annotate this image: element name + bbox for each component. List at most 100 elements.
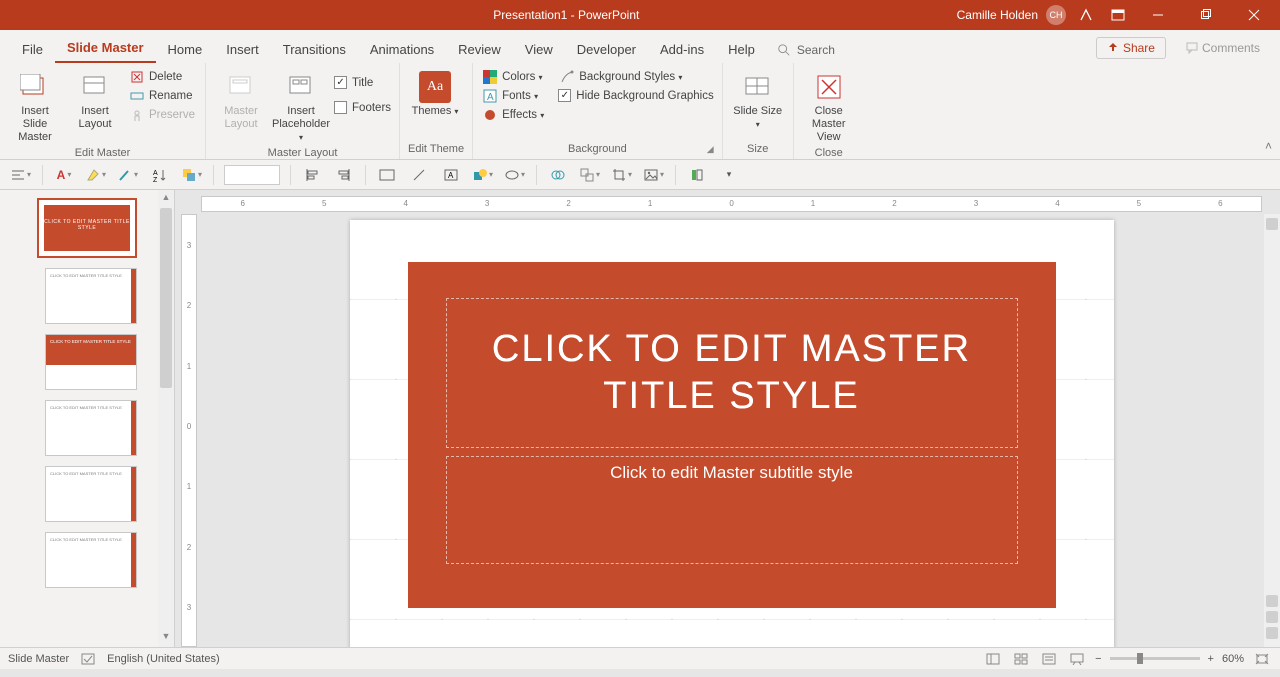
selection-pane-button[interactable] xyxy=(686,164,708,186)
align-objects-right-button[interactable] xyxy=(333,164,355,186)
group-button[interactable] xyxy=(579,164,601,186)
insert-oval-button[interactable] xyxy=(504,164,526,186)
minimize-button[interactable] xyxy=(1138,0,1178,30)
tab-insert[interactable]: Insert xyxy=(214,34,271,63)
scroll-down-icon[interactable]: ▼ xyxy=(160,631,172,645)
fit-to-window-button[interactable] xyxy=(1252,651,1272,667)
background-dialog-launcher[interactable]: ◢ xyxy=(707,144,719,156)
slide-canvas[interactable]: CLICK TO EDIT MASTER TITLE STYLE Click t… xyxy=(201,214,1262,647)
thumbnail-pane[interactable]: CLICK TO EDIT MASTER TITLE STYLE CLICK T… xyxy=(0,190,175,647)
fonts-button[interactable]: A Fonts ▾ xyxy=(481,88,546,104)
zoom-out-button[interactable]: − xyxy=(1095,653,1101,665)
thumb-layout-1[interactable]: CLICK TO EDIT MASTER TITLE STYLE xyxy=(45,268,137,324)
tab-help[interactable]: Help xyxy=(716,34,767,63)
insert-layout-button[interactable]: Insert Layout xyxy=(68,69,122,131)
collapse-ribbon-button[interactable]: ˄ xyxy=(1265,139,1272,153)
touch-mode-icon[interactable] xyxy=(1074,3,1098,27)
themes-button[interactable]: Aa Themes ▾ xyxy=(408,69,462,118)
delete-button[interactable]: Delete xyxy=(128,69,197,85)
ribbon-display-icon[interactable] xyxy=(1106,3,1130,27)
effects-button[interactable]: Effects ▾ xyxy=(481,107,546,123)
align-para-button[interactable] xyxy=(10,164,32,186)
thumb-layout-4[interactable]: CLICK TO EDIT MASTER TITLE STYLE xyxy=(45,466,137,522)
footers-checkbox[interactable]: Footers xyxy=(334,100,391,115)
text-effects-button[interactable] xyxy=(117,164,139,186)
subtitle-placeholder[interactable]: Click to edit Master subtitle style xyxy=(446,456,1018,564)
font-color-button[interactable]: A xyxy=(53,164,75,186)
sort-button[interactable]: AZ xyxy=(149,164,171,186)
insert-textbox-button[interactable]: A xyxy=(440,164,462,186)
scroll-down-icon[interactable] xyxy=(1266,595,1278,607)
crop-button[interactable] xyxy=(611,164,633,186)
user-name[interactable]: Camille Holden xyxy=(957,8,1038,22)
insert-line-button[interactable] xyxy=(408,164,430,186)
preserve-button[interactable]: Preserve xyxy=(128,107,197,123)
close-window-button[interactable] xyxy=(1234,0,1274,30)
tab-file[interactable]: File xyxy=(10,34,55,63)
insert-rectangle-button[interactable] xyxy=(376,164,398,186)
thumb-scrollbar[interactable]: ▲ ▼ xyxy=(158,190,174,647)
scroll-thumb[interactable] xyxy=(160,208,172,388)
thumb-slide-master[interactable]: CLICK TO EDIT MASTER TITLE STYLE xyxy=(37,198,137,258)
hide-bg-checkbox[interactable]: ✓ Hide Background Graphics xyxy=(558,88,713,103)
prev-slide-icon[interactable] xyxy=(1266,611,1278,623)
rename-button[interactable]: Rename xyxy=(128,88,197,104)
insert-slide-master-button[interactable]: Insert Slide Master xyxy=(8,69,62,145)
zoom-slider-knob[interactable] xyxy=(1137,653,1143,664)
background-styles-button[interactable]: Background Styles ▾ xyxy=(558,69,713,85)
thumb-layout-2[interactable]: CLICK TO EDIT MASTER TITLE STYLE xyxy=(45,334,137,390)
ruler-tick: 4 xyxy=(403,199,407,208)
spellcheck-icon[interactable] xyxy=(81,653,95,665)
zoom-in-button[interactable]: + xyxy=(1208,653,1214,665)
tab-developer[interactable]: Developer xyxy=(565,34,648,63)
tab-slide-master[interactable]: Slide Master xyxy=(55,32,156,63)
search-box[interactable]: Search xyxy=(767,37,845,63)
zoom-slider[interactable] xyxy=(1110,657,1200,660)
tab-animations[interactable]: Animations xyxy=(358,34,446,63)
tab-review[interactable]: Review xyxy=(446,34,513,63)
colors-icon xyxy=(483,70,497,84)
user-avatar[interactable]: CH xyxy=(1046,5,1066,25)
ruler-tick: 3 xyxy=(974,199,978,208)
align-objects-left-button[interactable] xyxy=(301,164,323,186)
scroll-up-icon[interactable]: ▲ xyxy=(160,192,172,206)
slide-size-button[interactable]: Slide Size ▾ xyxy=(731,69,785,131)
slide-master-preview[interactable]: CLICK TO EDIT MASTER TITLE STYLE Click t… xyxy=(350,220,1114,647)
thumb-master-caption: CLICK TO EDIT MASTER TITLE STYLE xyxy=(44,205,130,231)
title-checkbox[interactable]: ✓ Title xyxy=(334,75,391,90)
sorter-view-button[interactable] xyxy=(1011,651,1031,667)
zoom-level[interactable]: 60% xyxy=(1222,653,1244,665)
arrange-button[interactable] xyxy=(181,164,203,186)
picture-button[interactable] xyxy=(643,164,665,186)
share-button[interactable]: Share xyxy=(1096,37,1166,59)
scroll-up-icon[interactable] xyxy=(1266,218,1278,230)
status-language[interactable]: English (United States) xyxy=(107,653,220,665)
tab-view[interactable]: View xyxy=(513,34,565,63)
insert-slide-master-label: Insert Slide Master xyxy=(8,105,62,145)
title-placeholder[interactable]: CLICK TO EDIT MASTER TITLE STYLE xyxy=(446,298,1018,448)
delete-label: Delete xyxy=(149,71,182,83)
more-commands-button[interactable]: ▾ xyxy=(718,164,740,186)
merge-shapes-button[interactable] xyxy=(547,164,569,186)
close-master-view-button[interactable]: Close Master View xyxy=(802,69,856,145)
insert-placeholder-button[interactable]: Insert Placeholder ▾ xyxy=(274,69,328,145)
thumb-layout-5[interactable]: CLICK TO EDIT MASTER TITLE STYLE xyxy=(45,532,137,588)
subtitle-placeholder-text: Click to edit Master subtitle style xyxy=(610,463,853,482)
reading-view-button[interactable] xyxy=(1039,651,1059,667)
insert-shape-button[interactable] xyxy=(472,164,494,186)
status-mode[interactable]: Slide Master xyxy=(8,653,69,665)
tab-transitions[interactable]: Transitions xyxy=(271,34,358,63)
ruler-tick: 6 xyxy=(241,199,245,208)
thumb-layout-3[interactable]: CLICK TO EDIT MASTER TITLE STYLE xyxy=(45,400,137,456)
slideshow-view-button[interactable] xyxy=(1067,651,1087,667)
normal-view-button[interactable] xyxy=(983,651,1003,667)
shape-style-gallery[interactable] xyxy=(224,165,280,185)
comments-button[interactable]: Comments xyxy=(1176,38,1270,58)
colors-button[interactable]: Colors ▾ xyxy=(481,69,546,85)
tab-addins[interactable]: Add-ins xyxy=(648,34,716,63)
highlight-button[interactable] xyxy=(85,164,107,186)
next-slide-icon[interactable] xyxy=(1266,627,1278,639)
tab-home[interactable]: Home xyxy=(156,34,215,63)
maximize-button[interactable] xyxy=(1186,0,1226,30)
canvas-scrollbar[interactable] xyxy=(1264,214,1280,647)
